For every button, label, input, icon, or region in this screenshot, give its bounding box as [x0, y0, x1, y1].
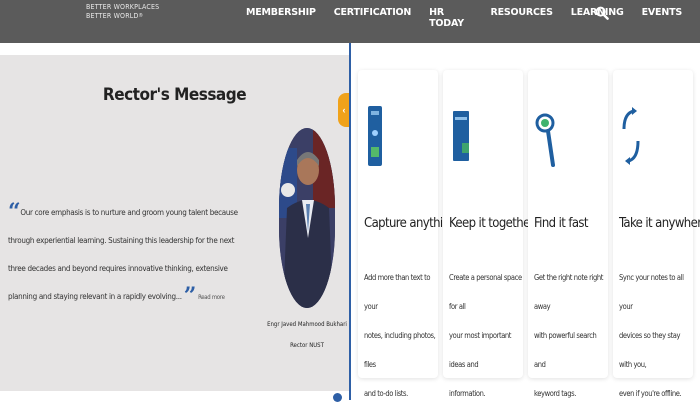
- search-icon[interactable]: [595, 6, 609, 20]
- top-navigation-bar: BETTER WORKPLACES BETTER WORLD® MEMBERSH…: [0, 0, 700, 43]
- slider-indicator-dot[interactable]: [333, 393, 342, 402]
- brand-line-2: BETTER WORLD®: [86, 12, 144, 20]
- nav-item-hr-today[interactable]: HR TODAY: [429, 7, 472, 29]
- brand-line-1: BETTER WORKPLACES: [86, 3, 160, 11]
- open-quote-icon: “: [8, 199, 21, 225]
- magnifier-icon: [535, 113, 555, 167]
- feature-title: Take it anywhere: [619, 216, 700, 231]
- feature-title: Keep it together: [449, 216, 534, 231]
- rector-position: Rector NUST: [290, 342, 324, 349]
- nav-item-resources[interactable]: RESOURCES: [490, 7, 552, 29]
- rector-message-title: Rector's Message: [102, 85, 247, 105]
- rector-message-panel: Rector's Message ‹ “Our core emphasis is…: [0, 55, 350, 391]
- feature-card-find[interactable]: Find it fast Get the right note right aw…: [528, 70, 608, 398]
- nav-item-events[interactable]: EVENTS: [642, 7, 683, 29]
- main-nav: MEMBERSHIP CERTIFICATION HR TODAY RESOUR…: [246, 7, 700, 29]
- brand-tagline[interactable]: BETTER WORKPLACES BETTER WORLD®: [86, 3, 159, 21]
- quote-text: Our core emphasis is to nurture and groo…: [8, 208, 238, 301]
- feature-body: Get the right note right away with power…: [534, 273, 603, 398]
- read-more-link[interactable]: Read more: [198, 294, 225, 301]
- nav-item-certification[interactable]: CERTIFICATION: [334, 7, 412, 29]
- sync-icon: [622, 107, 640, 165]
- rector-portrait: [279, 128, 335, 308]
- note-icon: [368, 106, 382, 166]
- feature-title: Find it fast: [534, 216, 588, 231]
- feature-card-keep[interactable]: Keep it together Create a personal space…: [443, 70, 534, 398]
- close-quote-icon: ”: [183, 283, 197, 309]
- feature-body: Sync your notes to all your devices so t…: [619, 273, 684, 398]
- feature-card-take[interactable]: Take it anywhere Sync your notes to all …: [613, 70, 700, 398]
- feature-card-capture[interactable]: Capture anything Add more than text to y…: [358, 70, 457, 398]
- panel-divider: [349, 43, 351, 400]
- feature-title: Capture anything: [364, 216, 457, 231]
- rector-name: Engr Javed Mahmood Bukhari: [267, 321, 347, 328]
- notebook-icon: [453, 111, 469, 161]
- chevron-left-icon: ‹: [342, 105, 346, 115]
- rector-quote: “Our core emphasis is to nurture and gro…: [8, 199, 240, 312]
- feature-body: Add more than text to your notes, includ…: [364, 273, 436, 398]
- nav-item-membership[interactable]: MEMBERSHIP: [246, 7, 316, 29]
- feature-body: Create a personal space for all your mos…: [449, 273, 522, 398]
